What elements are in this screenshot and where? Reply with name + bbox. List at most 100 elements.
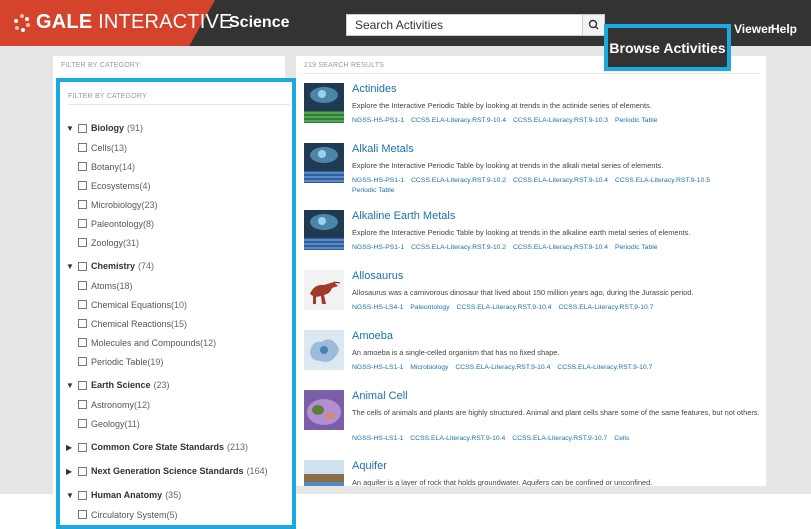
filter-subcategory-row[interactable]: Astronomy (12)	[66, 395, 292, 414]
filter-label: Astronomy	[91, 399, 135, 410]
filter-checkbox[interactable]	[78, 510, 87, 519]
tag-link[interactable]: CCSS.ELA-Literacy.RST.9-10.4	[411, 117, 506, 124]
filter-subcategory-row[interactable]: Cells (13)	[66, 138, 292, 157]
result-title[interactable]: Actinides	[352, 83, 397, 95]
tag-link[interactable]: Cells	[614, 435, 629, 442]
filter-category-row[interactable]: ▼ Earth Science (23)	[66, 375, 292, 395]
animal-cell-thumbnail-icon[interactable]	[304, 390, 344, 430]
result-tags: NGSS-HS-PS1-1 CCSS.ELA-Literacy.RST.9-10…	[352, 243, 762, 253]
tag-link[interactable]: CCSS.ELA-Literacy.RST.9-10.2	[411, 177, 506, 184]
filter-subcategory-row[interactable]: Geology (11)	[66, 414, 292, 433]
caret-down-icon[interactable]: ▼	[66, 381, 78, 390]
gale-interactive-logo[interactable]: GALE INTERACTIVE	[36, 11, 233, 34]
tag-link[interactable]: NGSS-HS-PS1-1	[352, 244, 404, 251]
filter-subcategory-row[interactable]: Paleontology (8)	[66, 214, 292, 233]
tag-link[interactable]: Paleontology	[410, 304, 449, 311]
filter-checkbox[interactable]	[78, 338, 87, 347]
filter-checkbox[interactable]	[78, 123, 87, 133]
tag-link[interactable]: CCSS.ELA-Literacy.RST.9-10.4	[456, 304, 551, 311]
filter-subcategory-row[interactable]: Zoology (31)	[66, 233, 292, 252]
filter-subcategory-row[interactable]: Molecules and Compounds (12)	[66, 333, 292, 352]
filter-checkbox[interactable]	[78, 200, 87, 209]
tag-link[interactable]: NGSS-HS-LS1-1	[352, 364, 403, 371]
periodic-table-thumbnail-icon[interactable]	[304, 210, 344, 250]
filter-category-row[interactable]: ▼ Chemistry (74)	[66, 256, 292, 276]
filter-subcategory-row[interactable]: Chemical Reactions (15)	[66, 314, 292, 333]
filter-checkbox[interactable]	[78, 238, 87, 247]
aquifer-thumbnail-icon[interactable]	[304, 460, 344, 486]
tag-link[interactable]: NGSS-HS-LS1-1	[352, 435, 403, 442]
filter-category-row[interactable]: ▼ Human Anatomy (35)	[66, 485, 292, 505]
filter-count: (31)	[123, 237, 140, 248]
tag-link[interactable]: CCSS.ELA-Literacy.RST.9-10.4	[455, 364, 550, 371]
result-title[interactable]: Allosaurus	[352, 270, 403, 282]
filter-checkbox[interactable]	[78, 357, 87, 366]
filter-subcategory-row[interactable]: Microbiology (23)	[66, 195, 292, 214]
caret-down-icon[interactable]: ▼	[66, 262, 78, 271]
filter-checkbox[interactable]	[78, 466, 87, 476]
filter-subcategory-row[interactable]: Chemical Equations (10)	[66, 295, 292, 314]
amoeba-thumbnail-icon[interactable]	[304, 330, 344, 370]
filter-subcategory-row[interactable]: Botany (14)	[66, 157, 292, 176]
caret-right-icon[interactable]: ▶	[66, 467, 78, 476]
filter-subcategory-row[interactable]: Ecosystems (4)	[66, 176, 292, 195]
filter-checkbox[interactable]	[78, 162, 87, 171]
dinosaur-thumbnail-icon[interactable]	[304, 270, 344, 310]
result-title[interactable]: Amoeba	[352, 330, 393, 342]
help-link[interactable]: Help	[771, 22, 797, 36]
filter-category-row[interactable]: ▶ Common Core State Standards (213)	[66, 437, 292, 457]
caret-down-icon[interactable]: ▼	[66, 124, 78, 133]
category-filter-list: ▼ Biology (91) Cells (13) Botany (14) Ecosyst…	[66, 118, 292, 525]
periodic-table-thumbnail-icon[interactable]	[304, 83, 344, 123]
caret-down-icon[interactable]: ▼	[66, 491, 78, 500]
filter-category-row[interactable]: ▼ Biology (91)	[66, 118, 292, 138]
filter-subcategory-row[interactable]: Atoms (18)	[66, 276, 292, 295]
filter-count: (11)	[124, 418, 140, 429]
filter-checkbox[interactable]	[78, 143, 87, 152]
filter-checkbox[interactable]	[78, 219, 87, 228]
tag-link[interactable]: NGSS-HS-PS1-1	[352, 117, 404, 124]
result-title[interactable]: Animal Cell	[352, 390, 408, 402]
result-title[interactable]: Aquifer	[352, 460, 387, 472]
tag-link[interactable]: CCSS.ELA-Literacy.RST.9-10.2	[411, 244, 506, 251]
tag-link[interactable]: Periodic Table	[615, 117, 658, 124]
tag-link[interactable]: NGSS-HS-LS4-1	[352, 304, 403, 311]
search-input[interactable]	[347, 15, 583, 35]
tag-link[interactable]: NGSS-HS-PS1-1	[352, 177, 404, 184]
viewer-link[interactable]: Viewer	[734, 22, 772, 36]
tag-link[interactable]: Periodic Table	[352, 187, 395, 194]
tag-link[interactable]: CCSS.ELA-Literacy.RST.9-10.4	[513, 177, 608, 184]
browse-activities-button[interactable]: Browse Activities	[604, 24, 731, 71]
tag-link[interactable]: CCSS.ELA-Literacy.RST.9-10.4	[513, 244, 608, 251]
search-button[interactable]	[582, 15, 604, 35]
tag-link[interactable]: Periodic Table	[615, 244, 658, 251]
filter-checkbox[interactable]	[78, 281, 87, 290]
filter-subcategory-row[interactable]: Periodic Table (19)	[66, 352, 292, 371]
caret-right-icon[interactable]: ▶	[66, 443, 78, 452]
filter-count: (91)	[127, 123, 144, 133]
filter-checkbox[interactable]	[78, 442, 87, 452]
filter-checkbox[interactable]	[78, 419, 87, 428]
filter-checkbox[interactable]	[78, 181, 87, 190]
filter-subcategory-row[interactable]: Digestive System (4)	[66, 524, 292, 525]
filter-checkbox[interactable]	[78, 380, 87, 390]
tag-link[interactable]: CCSS.ELA-Literacy.RST.9-10.7	[558, 304, 653, 311]
result-title[interactable]: Alkaline Earth Metals	[352, 210, 455, 222]
filter-checkbox[interactable]	[78, 300, 87, 309]
filter-category-row[interactable]: ▶ Next Generation Science Standards (164)	[66, 461, 292, 481]
tag-link[interactable]: CCSS.ELA-Literacy.RST.9-10.5	[615, 177, 710, 184]
tag-link[interactable]: CCSS.ELA-Literacy.RST.9-10.7	[557, 364, 652, 371]
tag-link[interactable]: CCSS.ELA-Literacy.RST.9-10.7	[512, 435, 607, 442]
tag-link[interactable]: CCSS.ELA-Literacy.RST.9-10.4	[410, 435, 505, 442]
filter-checkbox[interactable]	[78, 261, 87, 271]
filter-checkbox[interactable]	[78, 319, 87, 328]
tag-link[interactable]: Microbiology	[410, 364, 448, 371]
result-title[interactable]: Alkali Metals	[352, 143, 414, 155]
filter-checkbox[interactable]	[78, 490, 87, 500]
tag-link[interactable]: CCSS.ELA-Literacy.RST.9-10.3	[513, 117, 608, 124]
filter-subcategory-row[interactable]: Circulatory System (5)	[66, 505, 292, 524]
filter-checkbox[interactable]	[78, 400, 87, 409]
periodic-table-thumbnail-icon[interactable]	[304, 143, 344, 183]
filter-count: (8)	[143, 218, 155, 229]
result-description: Explore the Interactive Periodic Table b…	[352, 228, 691, 237]
